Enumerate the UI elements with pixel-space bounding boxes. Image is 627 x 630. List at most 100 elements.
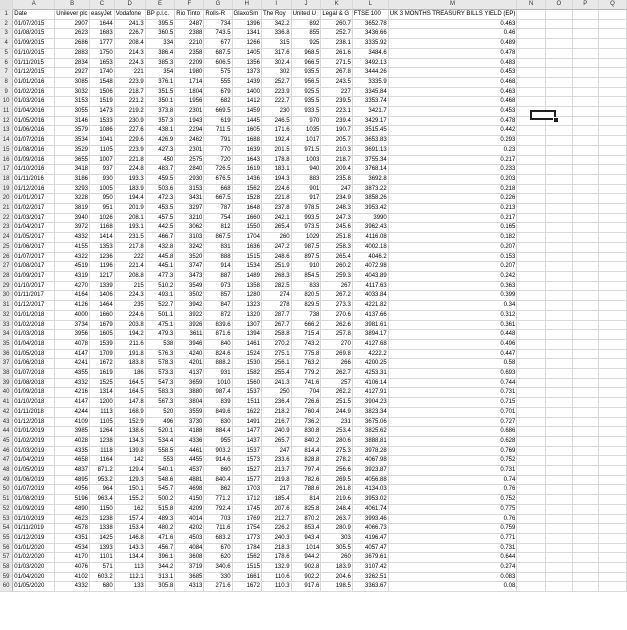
- value-cell[interactable]: 221.4: [114, 261, 146, 272]
- empty-cell[interactable]: [572, 446, 599, 457]
- value-cell[interactable]: 146.8: [114, 533, 146, 544]
- empty-cell[interactable]: [572, 329, 599, 340]
- value-cell[interactable]: 194.3: [261, 174, 292, 185]
- row-number[interactable]: 1: [0, 9, 14, 20]
- value-cell[interactable]: 4000: [54, 310, 91, 321]
- value-cell[interactable]: 219.6: [320, 494, 353, 505]
- empty-cell[interactable]: [598, 28, 627, 40]
- value-cell[interactable]: 503.6: [145, 184, 176, 195]
- value-cell[interactable]: 3858.26: [352, 193, 389, 205]
- value-cell[interactable]: 1672: [89, 358, 115, 370]
- value-cell[interactable]: 4216: [54, 387, 91, 399]
- column-title-cell[interactable]: Legal & G: [320, 9, 353, 20]
- value-cell[interactable]: 4890: [54, 504, 91, 515]
- value-cell[interactable]: 479.3: [145, 329, 176, 340]
- value-cell[interactable]: 3107.42: [352, 562, 389, 573]
- value-cell[interactable]: 0.361: [388, 320, 518, 331]
- empty-cell[interactable]: [572, 281, 599, 292]
- value-cell[interactable]: 2487: [174, 19, 205, 30]
- value-cell[interactable]: 0.744: [388, 378, 518, 389]
- value-cell[interactable]: 4209: [174, 504, 205, 515]
- row-number[interactable]: 32: [0, 310, 14, 321]
- value-cell[interactable]: 892: [291, 19, 322, 30]
- empty-cell[interactable]: [572, 397, 599, 408]
- date-cell[interactable]: 01/10/2015: [12, 48, 56, 59]
- value-cell[interactable]: 489.3: [145, 514, 176, 525]
- value-cell[interactable]: 4076: [54, 562, 91, 573]
- empty-cell[interactable]: [516, 397, 547, 408]
- value-cell[interactable]: 0.274: [388, 562, 518, 573]
- value-cell[interactable]: 4201: [174, 358, 205, 370]
- value-cell[interactable]: 251.8: [320, 232, 353, 243]
- value-cell[interactable]: 205.7: [320, 135, 353, 146]
- empty-cell[interactable]: [572, 271, 599, 282]
- value-cell[interactable]: 0.478: [388, 116, 518, 127]
- value-cell[interactable]: 217: [261, 484, 292, 496]
- value-cell[interactable]: 230.9: [114, 116, 146, 127]
- value-cell[interactable]: 185.4: [261, 494, 292, 505]
- value-cell[interactable]: 155.2: [114, 494, 146, 505]
- value-cell[interactable]: 4066.73: [352, 523, 389, 534]
- value-cell[interactable]: 3431: [174, 193, 205, 205]
- row-number[interactable]: 40: [0, 387, 14, 399]
- value-cell[interactable]: 211.6: [114, 339, 146, 350]
- row-number[interactable]: 10: [0, 96, 14, 108]
- value-cell[interactable]: 950: [89, 193, 115, 205]
- value-cell[interactable]: 168.9: [114, 407, 146, 418]
- value-cell[interactable]: 1393: [89, 543, 115, 554]
- value-cell[interactable]: 183.8: [114, 358, 146, 370]
- value-cell[interactable]: 1539: [89, 339, 115, 350]
- date-cell[interactable]: 01/11/2016: [12, 174, 56, 185]
- empty-cell[interactable]: [598, 116, 627, 127]
- value-cell[interactable]: 3473: [174, 271, 205, 282]
- empty-cell[interactable]: [516, 145, 547, 156]
- value-cell[interactable]: 477.3: [145, 271, 176, 282]
- empty-cell[interactable]: [572, 465, 599, 476]
- date-cell[interactable]: 01/05/2018: [12, 349, 56, 360]
- date-cell[interactable]: 01/08/2017: [12, 261, 56, 272]
- value-cell[interactable]: 3747: [174, 261, 205, 272]
- value-cell[interactable]: 194.4: [114, 193, 146, 205]
- value-cell[interactable]: 3210: [174, 213, 205, 224]
- value-cell[interactable]: 831: [203, 242, 233, 253]
- value-cell[interactable]: 666.2: [291, 320, 322, 331]
- date-cell[interactable]: 01/11/2019: [12, 523, 56, 534]
- value-cell[interactable]: 218.3: [261, 543, 292, 554]
- empty-cell[interactable]: [516, 213, 547, 224]
- value-cell[interactable]: 0.203: [388, 174, 518, 185]
- value-cell[interactable]: 0.489: [388, 38, 518, 49]
- date-cell[interactable]: 01/10/2018: [12, 397, 56, 408]
- value-cell[interactable]: 902.2: [291, 572, 322, 583]
- empty-cell[interactable]: [572, 572, 599, 583]
- value-cell[interactable]: 3981.61: [352, 320, 389, 331]
- value-cell[interactable]: 1356: [232, 58, 262, 69]
- value-cell[interactable]: 902.8: [291, 562, 322, 573]
- value-cell[interactable]: 1491: [232, 417, 262, 428]
- column-title-cell[interactable]: Date: [12, 9, 56, 20]
- row-number[interactable]: 57: [0, 552, 14, 564]
- value-cell[interactable]: 3652.78: [352, 19, 389, 30]
- value-cell[interactable]: 515.8: [145, 504, 176, 515]
- value-cell[interactable]: 302: [261, 67, 292, 78]
- value-cell[interactable]: 791: [203, 135, 233, 146]
- value-cell[interactable]: 3353.74: [352, 96, 389, 108]
- value-cell[interactable]: 814: [291, 494, 322, 505]
- value-cell[interactable]: 223.9: [261, 87, 292, 98]
- value-cell[interactable]: 1338: [89, 523, 115, 534]
- value-cell[interactable]: 1643: [232, 155, 262, 166]
- value-cell[interactable]: 782.6: [291, 475, 322, 486]
- value-cell[interactable]: 3534: [54, 135, 91, 146]
- value-cell[interactable]: 931: [203, 368, 233, 379]
- empty-cell[interactable]: [598, 96, 627, 108]
- value-cell[interactable]: 222.7: [261, 96, 292, 108]
- value-cell[interactable]: 231: [320, 417, 353, 428]
- value-cell[interactable]: 3363.67: [352, 581, 389, 593]
- date-cell[interactable]: 01/09/2019: [12, 504, 56, 515]
- value-cell[interactable]: 1010: [203, 378, 233, 389]
- empty-cell[interactable]: [598, 232, 627, 243]
- value-cell[interactable]: 219.8: [261, 475, 292, 486]
- empty-cell[interactable]: [572, 213, 599, 224]
- empty-cell[interactable]: [598, 581, 627, 593]
- empty-cell[interactable]: [572, 543, 599, 554]
- value-cell[interactable]: 1086: [89, 125, 115, 137]
